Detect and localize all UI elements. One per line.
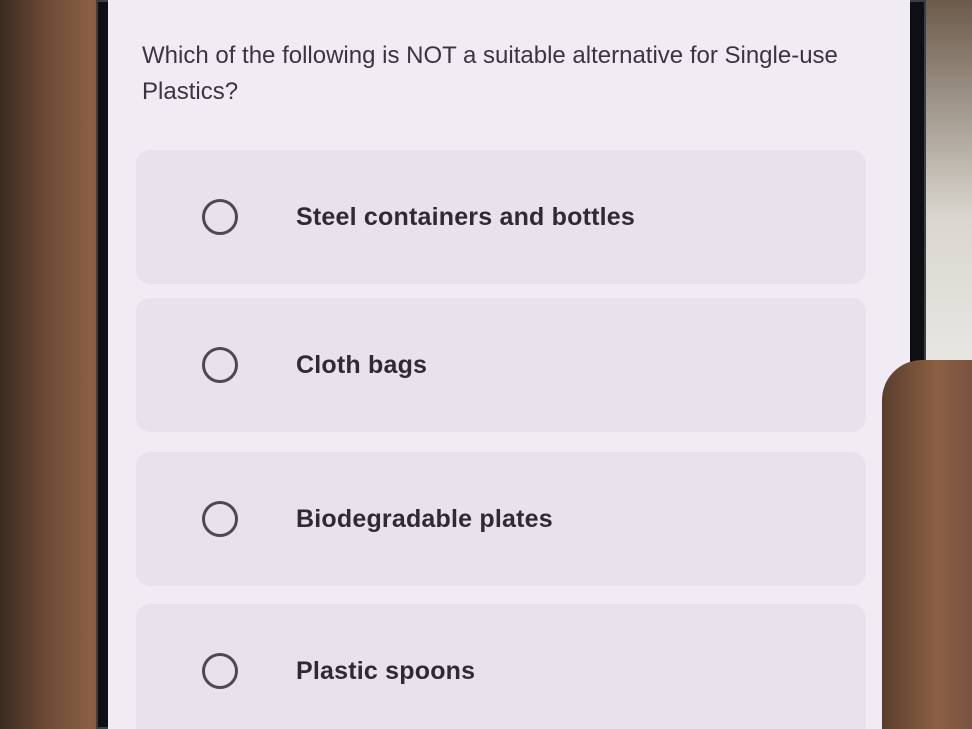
radio-unchecked-icon[interactable]	[202, 501, 238, 537]
option-cloth-bags[interactable]: Cloth bags	[136, 298, 866, 432]
option-biodegradable-plates[interactable]: Biodegradable plates	[136, 452, 866, 586]
option-label: Steel containers and bottles	[296, 202, 636, 231]
option-label: Biodegradable plates	[296, 504, 553, 533]
radio-unchecked-icon[interactable]	[202, 199, 238, 235]
phone-frame: Which of the following is NOT a suitable…	[96, 0, 926, 729]
radio-unchecked-icon[interactable]	[202, 653, 238, 689]
option-steel-containers[interactable]: Steel containers and bottles	[136, 150, 866, 284]
option-label: Plastic spoons	[296, 656, 476, 685]
option-label: Cloth bags	[296, 350, 428, 379]
question-text: Which of the following is NOT a suitable…	[142, 42, 838, 105]
hand-right	[882, 360, 972, 729]
radio-unchecked-icon[interactable]	[202, 347, 238, 383]
quiz-screen: Which of the following is NOT a suitable…	[108, 0, 910, 729]
option-plastic-spoons[interactable]: Plastic spoons	[136, 604, 866, 729]
